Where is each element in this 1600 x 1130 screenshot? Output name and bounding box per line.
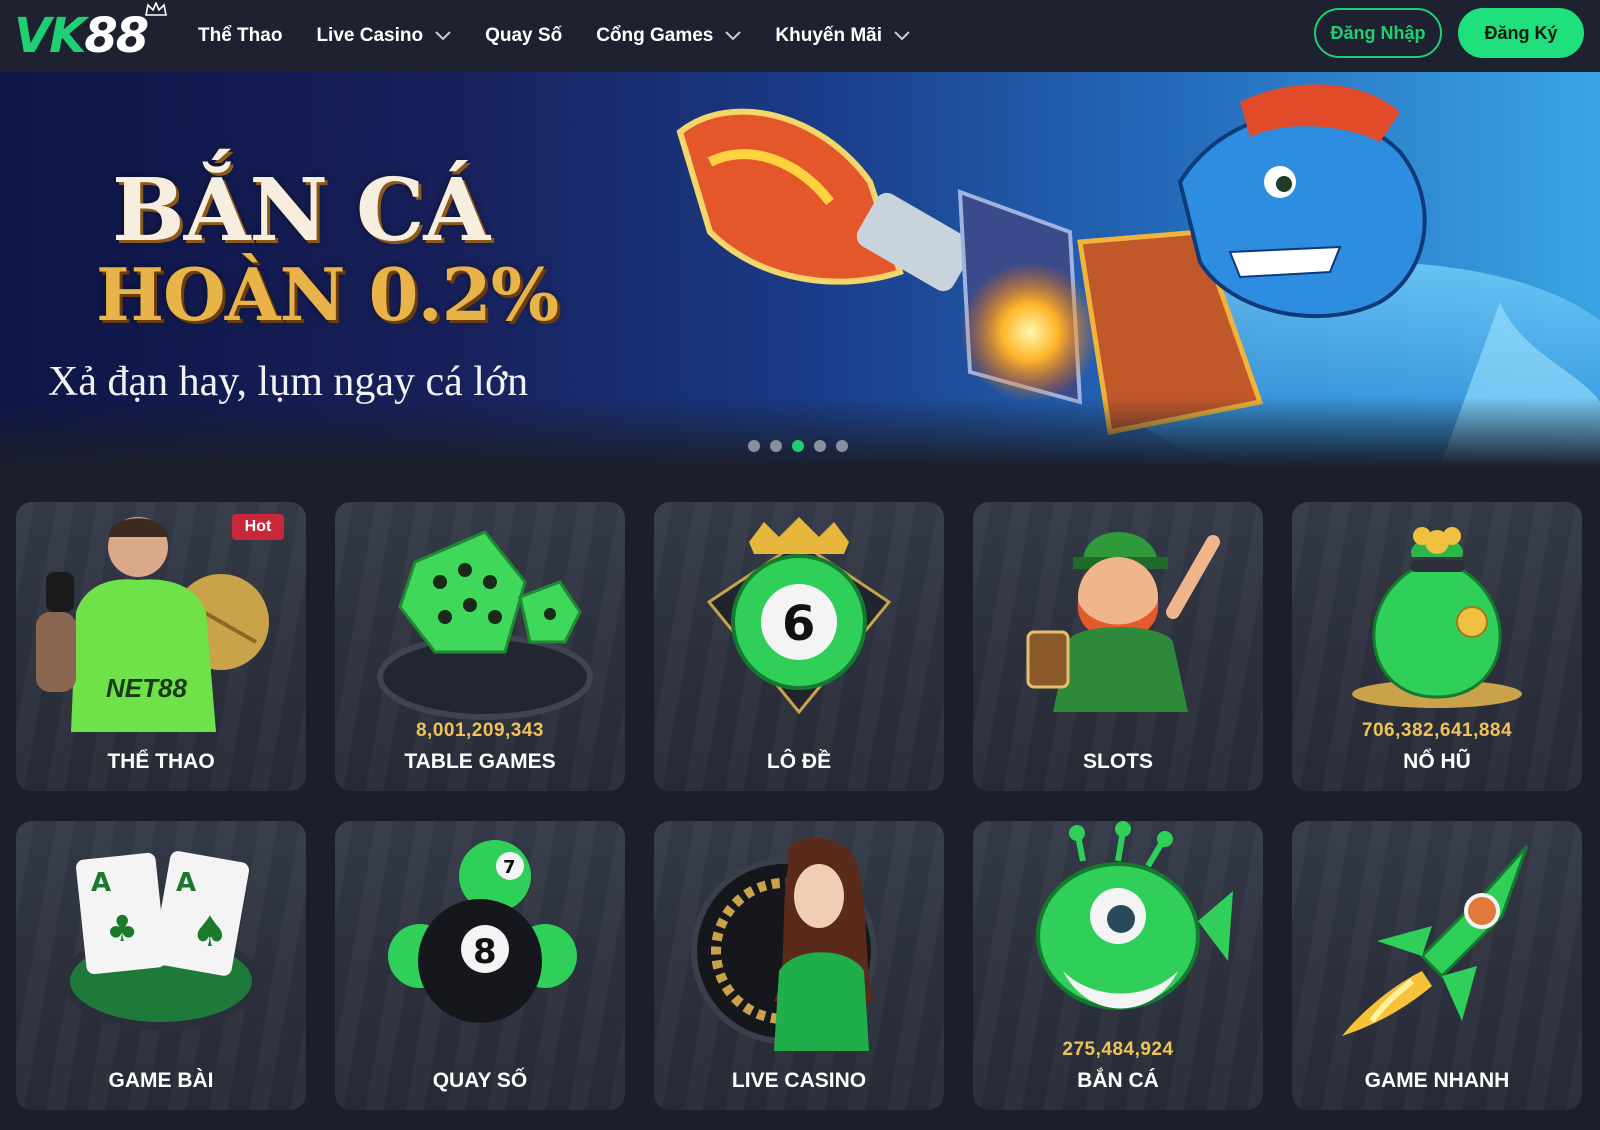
jackpot-amount: 8,001,209,343 (415, 720, 544, 741)
register-button[interactable]: Đăng Ký (1458, 8, 1584, 58)
logo-text-vk: VK (14, 8, 86, 64)
promo-banner[interactable]: BẮN CÁ HOÀN 0.2% Xả đạn hay, lụm ngay cá… (0, 72, 1600, 467)
game-category-grid: NET88 Hot THỂ THAO 8,001,209,343 TABLE G… (16, 502, 1584, 1110)
live-dealer-icon (691, 837, 877, 1051)
playing-cards-icon: A A ♣ ♠ (62, 851, 260, 1030)
category-card-table-games[interactable]: 8,001,209,343 TABLE GAMES (335, 502, 625, 791)
nav-item-the-thao[interactable]: Thể Thao (198, 25, 282, 47)
banner-title-line1: BẮN CÁ (112, 160, 490, 261)
category-card-quay-so[interactable]: 7 8 QUAY SỐ (335, 821, 625, 1110)
dice-icon (377, 530, 593, 720)
chevron-down-icon (435, 31, 451, 41)
carousel-dot[interactable] (836, 440, 848, 452)
lottery-ball-icon: 6 (706, 517, 892, 715)
nav-item-khuyen-mai[interactable]: Khuyến Mãi (775, 25, 910, 47)
rocket-icon (1342, 844, 1529, 1036)
chevron-down-icon (725, 31, 742, 41)
crown-icon (145, 2, 167, 16)
svg-text:A: A (176, 868, 196, 898)
svg-text:♣: ♣ (106, 909, 138, 950)
carousel-dots (748, 440, 848, 452)
category-label: GAME BÀI (108, 1069, 214, 1092)
logo-text-88: 88 (84, 8, 149, 64)
category-label: SLOTS (1082, 750, 1153, 773)
nav-label: Cổng Games (596, 25, 714, 46)
category-label: GAME NHANH (1364, 1069, 1510, 1092)
category-card-ban-ca[interactable]: 275,484,924 BẮN CÁ (973, 821, 1263, 1110)
category-label: LÔ ĐỀ (766, 750, 832, 773)
category-label: NỔ HŨ (1403, 750, 1471, 773)
jackpot-amount: 275,484,924 (1062, 1039, 1174, 1060)
main-nav: Thể Thao Live Casino Quay Số Cổng Games … (198, 25, 944, 47)
carousel-dot[interactable] (814, 440, 826, 452)
banner-fade (0, 397, 1600, 467)
banner-title-line2: HOÀN 0.2% (96, 252, 559, 337)
svg-text:A: A (91, 868, 111, 898)
nav-label: Thể Thao (198, 25, 283, 46)
svg-text:7: 7 (503, 857, 516, 878)
nav-item-cong-games[interactable]: Cổng Games (596, 25, 742, 47)
svg-text:NET88: NET88 (106, 673, 187, 703)
leprechaun-icon (1026, 532, 1220, 712)
nav-label: Quay Số (485, 25, 563, 46)
category-card-the-thao[interactable]: NET88 Hot THỂ THAO (16, 502, 306, 791)
brand-logo[interactable]: VK 88 (14, 2, 174, 64)
category-card-game-bai[interactable]: A A ♣ ♠ GAME BÀI (16, 821, 306, 1110)
svg-text:♠: ♠ (191, 907, 229, 956)
category-label: TABLE GAMES (404, 750, 556, 773)
top-header: VK 88 Thể Thao Live Casino Quay Số Cổng G… (0, 0, 1600, 72)
category-label: THỂ THAO (107, 750, 215, 773)
auth-buttons: Đăng Nhập Đăng Ký (1314, 8, 1584, 58)
nav-label: Live Casino (316, 25, 424, 46)
svg-text:8: 8 (473, 932, 497, 972)
billiard-balls-icon: 7 8 (388, 840, 577, 1023)
category-label: LIVE CASINO (731, 1069, 867, 1092)
category-label: QUAY SỐ (432, 1069, 528, 1092)
nav-item-live-casino[interactable]: Live Casino (316, 25, 451, 47)
category-label: BẮN CÁ (1077, 1069, 1159, 1092)
nav-item-quay-so[interactable]: Quay Số (485, 25, 562, 47)
carousel-dot[interactable] (748, 440, 760, 452)
category-card-no-hu[interactable]: 706,382,641,884 NỔ HŨ (1292, 502, 1582, 791)
chevron-down-icon (894, 31, 910, 41)
hot-badge: Hot (232, 514, 284, 540)
jackpot-amount: 706,382,641,884 (1361, 720, 1513, 741)
category-card-lo-de[interactable]: 6 LÔ ĐỀ (654, 502, 944, 791)
category-card-game-nhanh[interactable]: GAME NHANH (1292, 821, 1582, 1110)
nav-label: Khuyến Mãi (775, 25, 883, 46)
svg-text:6: 6 (782, 596, 815, 652)
login-button[interactable]: Đăng Nhập (1314, 8, 1442, 58)
category-card-live-casino[interactable]: LIVE CASINO (654, 821, 944, 1110)
money-bag-icon (1352, 527, 1522, 708)
carousel-dot-active[interactable] (792, 440, 804, 452)
category-card-slots[interactable]: SLOTS (973, 502, 1263, 791)
carousel-dot[interactable] (770, 440, 782, 452)
fish-monster-icon (1036, 821, 1233, 1010)
